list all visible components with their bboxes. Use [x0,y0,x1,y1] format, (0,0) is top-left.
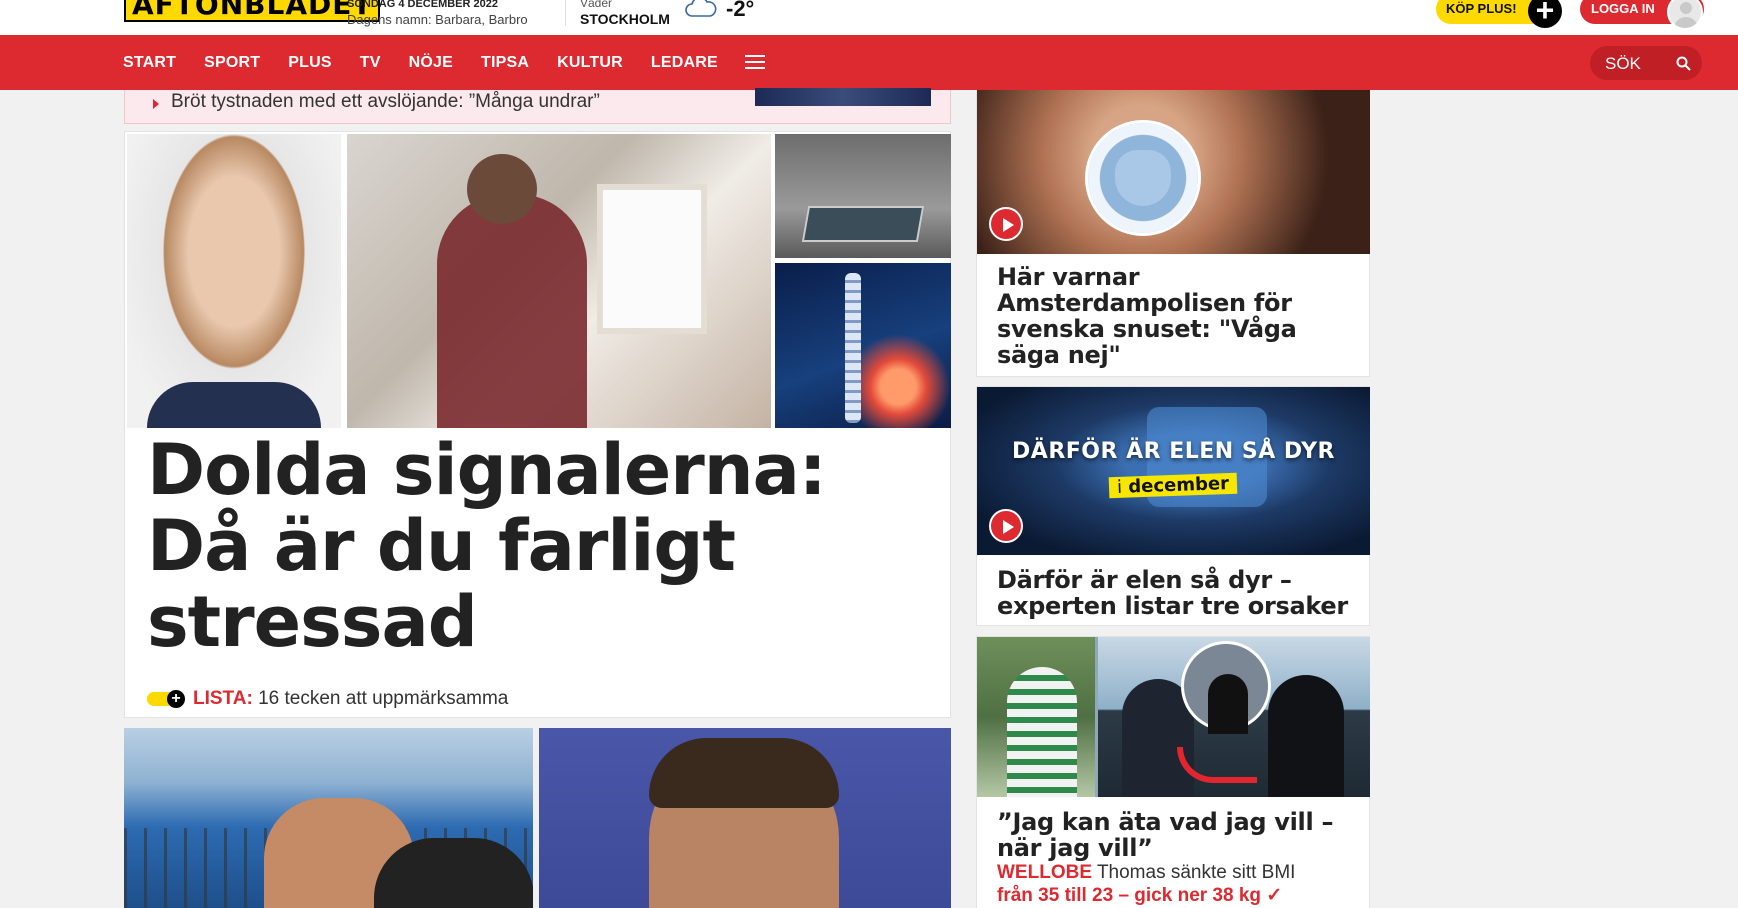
weather-city: STOCKHOLM [580,11,670,27]
list-teaser-text: 16 tecken att uppmärksamma [258,688,509,709]
wellobe-ad-card[interactable]: ”Jag kan äta vad jag vill – när jag vill… [976,636,1370,908]
nav-items: START SPORT PLUS TV NÖJE TIPSA KULTUR LE… [123,35,746,90]
list-teaser[interactable]: + LISTA: 16 tecken att uppmärksamma [147,688,508,710]
main-nav: START SPORT PLUS TV NÖJE TIPSA KULTUR LE… [0,35,1738,90]
nav-item-kultur[interactable]: KULTUR [557,54,623,72]
weather-label: Väder [580,0,613,10]
breaking-teaser[interactable]: Bröt tystnaden med ett avslöjande: ”Mång… [124,88,951,124]
hamburger-menu-icon[interactable] [745,55,765,70]
wellobe-sub-highlight: från 35 till 23 – gick ner 38 kg ✓ [997,885,1283,906]
image-subheadline: i december [1108,472,1238,499]
breaking-text: Bröt tystnaden med ett avslöjande: ”Mång… [171,91,600,112]
snus-story-title[interactable]: Här varnar Amsterdampolisen för svenska … [997,264,1357,368]
aftonbladet-logo[interactable]: AFTONBLADET [124,0,381,22]
electricity-video-image: DÄRFÖR ÄR ELEN SÅ DYR i december [977,387,1370,555]
avatar-icon[interactable] [1667,0,1703,30]
spine-pain-image [775,263,951,428]
nav-item-tv[interactable]: TV [360,54,381,72]
plus-badge-icon: + [147,689,185,708]
date-line: SÖNDAG 4 DECEMBER 2022 [347,0,498,10]
temperature: -2° [726,0,755,21]
nav-item-noje[interactable]: NÖJE [409,54,453,72]
snus-image [977,90,1370,254]
weather-widget[interactable]: Väder STOCKHOLM [580,0,670,27]
story-card-balcony[interactable] [124,728,533,908]
search-icon[interactable] [1676,56,1691,71]
electricity-story-card[interactable]: DÄRFÖR ÄR ELEN SÅ DYR i december Därför … [976,386,1370,626]
plus-icon[interactable]: + [1528,0,1562,28]
cloud-icon [685,0,717,17]
woman-portrait-image [127,134,341,428]
divider [565,0,566,26]
snus-story-card[interactable]: Här varnar Amsterdampolisen för svenska … [976,90,1370,377]
main-headline[interactable]: Dolda signalerna: Då är du farligt stres… [147,432,927,660]
list-tag: LISTA: [193,688,253,709]
wellobe-sub-text: Thomas sänkte sitt BMI [1096,862,1296,883]
nav-item-start[interactable]: START [123,54,176,72]
image-headline: DÄRFÖR ÄR ELEN SÅ DYR [1012,439,1335,464]
nav-item-plus[interactable]: PLUS [288,54,331,72]
top-bar: AFTONBLADET SÖNDAG 4 DECEMBER 2022 Dagen… [0,0,1738,35]
main-story-card[interactable]: Dolda signalerna: Då är du farligt stres… [124,131,951,718]
arrow-right-icon [153,99,159,109]
play-icon[interactable] [989,509,1023,543]
wellobe-brand: WELLOBE [997,862,1092,883]
play-icon[interactable] [989,207,1023,241]
story-card-actor[interactable] [539,728,951,908]
name-day: Dagens namn: Barbara, Barbro [347,12,528,27]
wellobe-sub: WELLOBE Thomas sänkte sitt BMI [997,862,1295,884]
teaser-thumbnail [755,88,931,106]
date-block: SÖNDAG 4 DECEMBER 2022 Dagens namn: Barb… [347,0,528,28]
nav-item-sport[interactable]: SPORT [204,54,260,72]
nav-item-ledare[interactable]: LEDARE [651,54,718,72]
bathroom-scale-image [775,134,951,258]
electricity-story-title[interactable]: Därför är elen så dyr – experten listar … [997,567,1357,619]
stressed-woman-image [347,134,771,428]
nav-item-tipsa[interactable]: TIPSA [481,54,529,72]
wellobe-title[interactable]: ”Jag kan äta vad jag vill – när jag vill… [997,809,1357,861]
weight-loss-image [977,637,1370,797]
